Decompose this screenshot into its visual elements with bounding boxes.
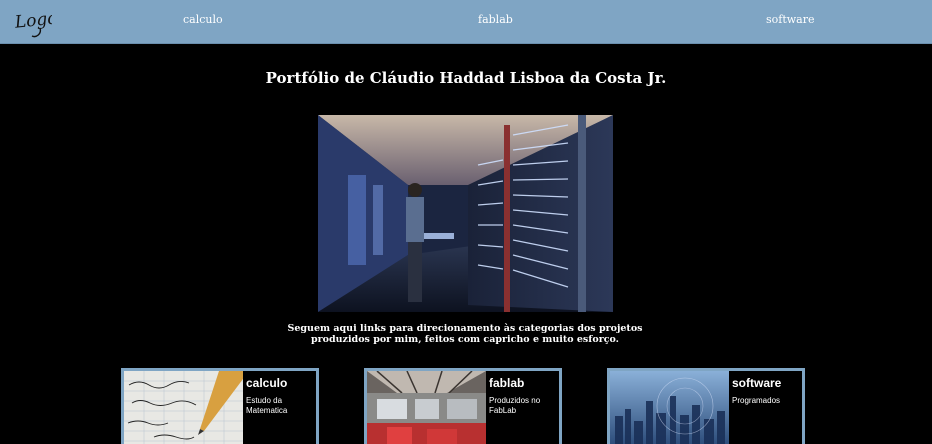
card-title: software	[732, 376, 782, 390]
card-subtitle: Programados	[732, 396, 781, 405]
card-thumbnail-calculo	[124, 371, 243, 444]
card-fablab[interactable]: fablab Produzidos no FabLab	[364, 368, 562, 444]
card-thumbnail-software	[610, 371, 729, 444]
svg-text:Logo: Logo	[13, 8, 52, 32]
logo-icon: Logo	[13, 8, 58, 38]
card-thumbnail-fablab	[367, 371, 486, 444]
description-text: Seguem aqui links para direcionamento às…	[287, 323, 643, 345]
top-navbar: Logo calculo fablab software	[0, 0, 932, 44]
card-software[interactable]: software Programados	[607, 368, 805, 444]
card-calculo[interactable]: calculo Estudo da Matematica	[121, 368, 319, 444]
card-subtitle: Produzidos no FabLab	[489, 396, 541, 415]
card-title: calculo	[246, 376, 288, 390]
hero-image	[318, 115, 613, 312]
nav-link-fablab[interactable]: fablab	[478, 13, 513, 26]
logo[interactable]: Logo	[12, 2, 58, 40]
card-title: fablab	[489, 376, 525, 390]
card-subtitle: Estudo da Matematica	[246, 396, 288, 415]
nav-link-calculo[interactable]: calculo	[183, 13, 223, 26]
page-title: Portfólio de Cláudio Haddad Lisboa da Co…	[265, 69, 667, 87]
nav-link-software[interactable]: software	[766, 13, 815, 26]
